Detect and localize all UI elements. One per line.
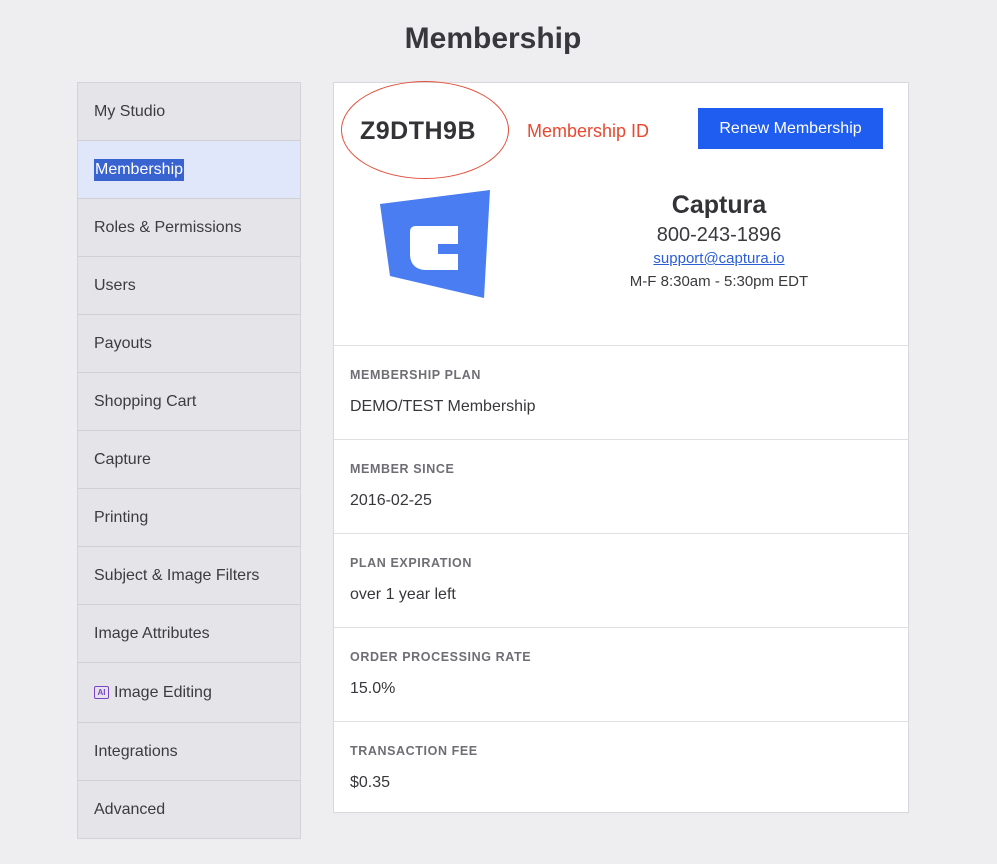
sidebar-item-image-editing[interactable]: AI Image Editing bbox=[78, 663, 300, 723]
sidebar-item-label: Shopping Cart bbox=[94, 393, 197, 410]
sidebar-item-payouts[interactable]: Payouts bbox=[78, 315, 300, 373]
renew-membership-button[interactable]: Renew Membership bbox=[698, 108, 883, 149]
membership-header: Z9DTH9B Membership ID Renew Membership C… bbox=[334, 81, 908, 346]
order-processing-rate-row: ORDER PROCESSING RATE 15.0% bbox=[334, 628, 908, 722]
sidebar-item-label: Membership bbox=[94, 158, 185, 181]
sidebar-item-shopping-cart[interactable]: Shopping Cart bbox=[78, 373, 300, 431]
sidebar-item-label: My Studio bbox=[94, 103, 166, 120]
sidebar-item-integrations[interactable]: Integrations bbox=[78, 723, 300, 781]
detail-label: MEMBERSHIP PLAN bbox=[350, 368, 482, 382]
sidebar-item-label: Image Editing bbox=[114, 684, 212, 701]
detail-label: TRANSACTION FEE bbox=[350, 744, 478, 758]
detail-value: 15.0% bbox=[350, 680, 396, 697]
sidebar-item-capture[interactable]: Capture bbox=[78, 431, 300, 489]
company-hours: M-F 8:30am - 5:30pm EDT bbox=[629, 273, 809, 290]
detail-value: $0.35 bbox=[350, 774, 391, 791]
sidebar-item-printing[interactable]: Printing bbox=[78, 489, 300, 547]
sidebar-item-users[interactable]: Users bbox=[78, 257, 300, 315]
ai-icon: AI bbox=[94, 686, 109, 699]
sidebar-item-subject-image-filters[interactable]: Subject & Image Filters bbox=[78, 547, 300, 605]
sidebar-item-label: Roles & Permissions bbox=[94, 219, 242, 236]
sidebar-item-label: Image Attributes bbox=[94, 625, 210, 642]
sidebar-item-label: Capture bbox=[94, 451, 151, 468]
membership-id: Z9DTH9B bbox=[360, 117, 477, 145]
detail-label: ORDER PROCESSING RATE bbox=[350, 650, 532, 664]
sidebar-item-label: Advanced bbox=[94, 801, 166, 818]
membership-id-annotation: Membership ID bbox=[527, 121, 650, 141]
sidebar-item-label: Printing bbox=[94, 509, 149, 526]
sidebar-item-image-attributes[interactable]: Image Attributes bbox=[78, 605, 300, 663]
company-name: Captura bbox=[671, 191, 767, 219]
sidebar-item-label: Users bbox=[94, 277, 136, 294]
transaction-fee-row: TRANSACTION FEE $0.35 bbox=[334, 722, 908, 815]
detail-value: DEMO/TEST Membership bbox=[350, 398, 536, 415]
detail-label: PLAN EXPIRATION bbox=[350, 556, 472, 570]
sidebar-item-label: Payouts bbox=[94, 335, 152, 352]
sidebar-item-label: Integrations bbox=[94, 743, 178, 760]
sidebar-item-membership[interactable]: Membership bbox=[78, 141, 300, 199]
plan-expiration-row: PLAN EXPIRATION over 1 year left bbox=[334, 534, 908, 628]
membership-panel: Z9DTH9B Membership ID Renew Membership C… bbox=[333, 81, 909, 815]
detail-label: MEMBER SINCE bbox=[350, 462, 455, 476]
captura-logo-icon bbox=[380, 190, 490, 298]
member-since-row: MEMBER SINCE 2016-02-25 bbox=[334, 440, 908, 534]
sidebar-item-advanced[interactable]: Advanced bbox=[78, 781, 300, 838]
support-email-link[interactable]: support@captura.io bbox=[653, 250, 784, 267]
company-contact-card: Captura 800-243-1896 support@captura.io … bbox=[578, 191, 860, 290]
sidebar-item-roles-permissions[interactable]: Roles & Permissions bbox=[78, 199, 300, 257]
sidebar-item-my-studio[interactable]: My Studio bbox=[78, 83, 300, 141]
page-title: Membership bbox=[404, 22, 582, 55]
detail-value: over 1 year left bbox=[350, 586, 456, 603]
sidebar-item-label: Subject & Image Filters bbox=[94, 567, 260, 584]
company-phone: 800-243-1896 bbox=[656, 224, 782, 246]
settings-sidebar: My Studio Membership Roles & Permissions… bbox=[77, 82, 301, 839]
membership-plan-row: MEMBERSHIP PLAN DEMO/TEST Membership bbox=[334, 346, 908, 440]
detail-value: 2016-02-25 bbox=[350, 492, 432, 509]
